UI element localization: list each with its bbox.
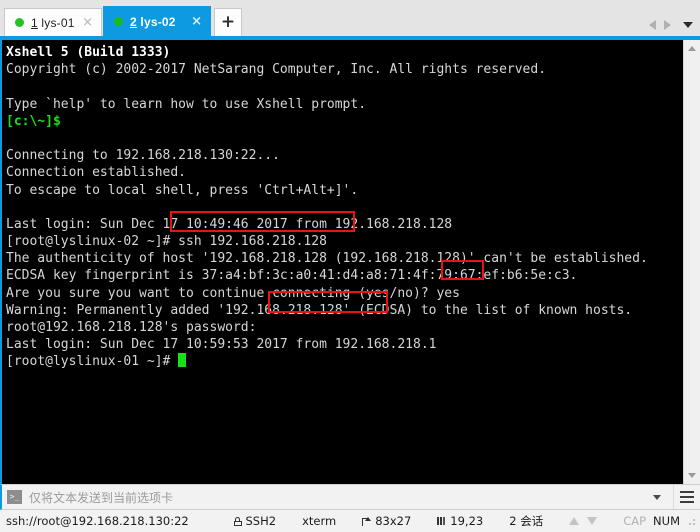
connection-uri: ssh://root@192.168.218.130:22: [6, 514, 189, 528]
terminal-line: ECDSA key fingerprint is 37:a4:bf:3c:a0:…: [6, 267, 683, 284]
terminal-line: [6, 199, 683, 216]
tab-name: lys-01: [38, 16, 75, 30]
hamburger-menu-icon[interactable]: [673, 485, 700, 509]
send-to-tab-bar: >_ 仅将文本发送到当前选项卡: [0, 484, 700, 510]
tab-index: 2: [130, 15, 137, 29]
num-lock-indicator: NUM: [653, 514, 680, 528]
terminal-line: [6, 78, 683, 95]
terminal-area: Xshell 5 (Build 1333)Copyright (c) 2002-…: [0, 40, 700, 484]
xshell-window: 1 lys-01 × 2 lys-02 × + Xshell 5 (Build …: [0, 0, 700, 532]
transfer-down-icon: [587, 517, 597, 525]
tab-lys-01[interactable]: 1 lys-01 ×: [4, 8, 102, 36]
chevron-down-icon: [688, 473, 696, 478]
tab-label: 2 lys-02: [130, 15, 189, 29]
close-icon[interactable]: ×: [80, 16, 95, 29]
terminal-line: [6, 130, 683, 147]
session-count: 2 会话: [509, 513, 543, 529]
terminal-line: Are you sure you want to continue connec…: [6, 285, 683, 302]
terminal-size-indicator: 83x27: [362, 514, 411, 528]
lock-icon: [234, 517, 242, 526]
send-command-input[interactable]: 仅将文本发送到当前选项卡: [29, 489, 653, 506]
terminal-line: Warning: Permanently added '192.168.218.…: [6, 302, 683, 319]
terminal-line: Xshell 5 (Build 1333): [6, 44, 683, 61]
resize-grip[interactable]: [686, 516, 696, 526]
chevron-down-icon[interactable]: [653, 495, 661, 500]
block-cursor: [178, 353, 186, 367]
terminal-line: The authenticity of host '192.168.218.12…: [6, 250, 683, 267]
close-icon[interactable]: ×: [189, 15, 204, 28]
tab-name: lys-02: [137, 15, 176, 29]
status-bar: ssh://root@192.168.218.130:22 SSH2 xterm…: [0, 510, 700, 532]
terminal-line: [root@lyslinux-01 ~]#: [6, 353, 683, 370]
tab-lys-02[interactable]: 2 lys-02 ×: [103, 6, 211, 36]
terminal-output[interactable]: Xshell 5 (Build 1333)Copyright (c) 2002-…: [2, 40, 683, 484]
terminal-line: Last login: Sun Dec 17 10:49:46 2017 fro…: [6, 216, 683, 233]
scroll-up-button[interactable]: [684, 40, 700, 57]
protocol-label: SSH2: [246, 514, 277, 528]
transfer-up-icon: [569, 517, 579, 525]
status-dot-green-icon: [114, 17, 123, 26]
tab-index: 1: [31, 16, 38, 30]
status-dot-green-icon: [15, 18, 24, 27]
terminal-line: Copyright (c) 2002-2017 NetSarang Comput…: [6, 61, 683, 78]
tab-label: 1 lys-01: [31, 16, 80, 30]
terminal-line: Connecting to 192.168.218.130:22...: [6, 147, 683, 164]
terminal-line: Last login: Sun Dec 17 10:59:53 2017 fro…: [6, 336, 683, 353]
previous-tab-icon[interactable]: [649, 20, 656, 30]
resize-icon: [362, 517, 371, 526]
cursor-position-icon: [437, 516, 446, 526]
protocol-indicator: SSH2: [234, 514, 277, 528]
terminal-type: xterm: [302, 514, 336, 528]
command-prompt-icon: >_: [7, 490, 22, 504]
terminal-line: [c:\~]$: [6, 113, 683, 130]
tab-bar-controls: [649, 20, 696, 30]
terminal-size-label: 83x27: [375, 514, 411, 528]
new-tab-button[interactable]: +: [214, 8, 242, 36]
terminal-line: [root@lyslinux-02 ~]# ssh 192.168.218.12…: [6, 233, 683, 250]
terminal-line: root@192.168.218.128's password:: [6, 319, 683, 336]
caps-lock-indicator: CAP: [623, 514, 646, 528]
cursor-position-label: 19,23: [450, 514, 483, 528]
terminal-scrollbar[interactable]: [683, 40, 700, 484]
cursor-position-indicator: 19,23: [437, 514, 483, 528]
terminal-line: Type `help' to learn how to use Xshell p…: [6, 96, 683, 113]
tab-bar: 1 lys-01 × 2 lys-02 × +: [0, 0, 700, 36]
next-tab-icon[interactable]: [664, 20, 671, 30]
scroll-down-button[interactable]: [684, 467, 700, 484]
terminal-line: Connection established.: [6, 164, 683, 181]
chevron-up-icon: [688, 46, 696, 51]
terminal-line: To escape to local shell, press 'Ctrl+Al…: [6, 182, 683, 199]
chevron-down-icon[interactable]: [683, 22, 693, 28]
